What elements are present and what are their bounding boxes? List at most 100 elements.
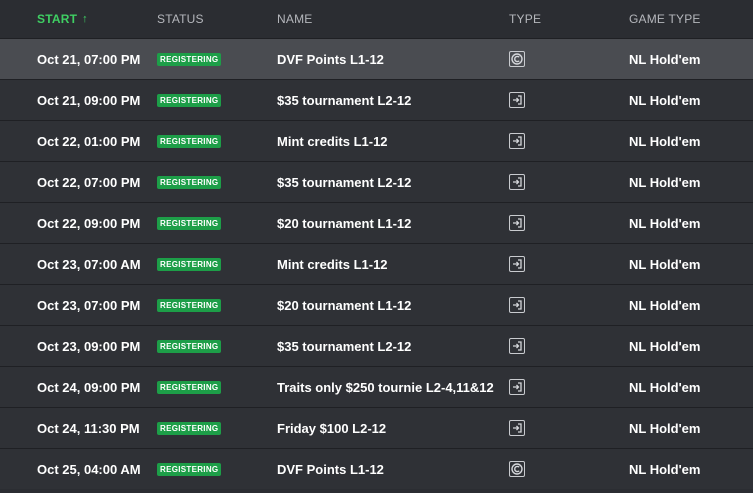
type-cell: [509, 244, 525, 284]
tournament-name-text: $20 tournament L1-12: [277, 297, 412, 313]
tournament-name-text: DVF Points L1-12: [277, 51, 384, 67]
game-type: NL Hold'em: [629, 461, 701, 477]
table-row[interactable]: Oct 22, 07:00 PM REGISTERING $35 tournamen…: [0, 161, 753, 202]
type-cell: [509, 203, 525, 243]
table-row[interactable]: Oct 23, 09:00 PM REGISTERING $35 tournamen…: [0, 325, 753, 366]
start-time: Oct 24, 09:00 PM: [37, 379, 141, 395]
game-type: NL Hold'em: [629, 256, 701, 272]
buy-in-icon: [509, 133, 525, 149]
buy-in-icon: [509, 174, 525, 190]
type-cell: [509, 367, 525, 407]
game-type: NL Hold'em: [629, 215, 701, 231]
game-type: NL Hold'em: [629, 297, 701, 313]
tournament-name: Traits only $250 tournie L2-4,11&12: [277, 367, 494, 407]
game-type: NL Hold'em: [629, 92, 701, 108]
type-cell: [509, 39, 525, 79]
status-cell: REGISTERING: [157, 244, 222, 284]
start-time: Oct 24, 11:30 PM: [37, 420, 140, 436]
tournament-name: $20 tournament L1-12: [277, 285, 411, 325]
type-cell: [509, 285, 525, 325]
status-cell: REGISTERING: [157, 449, 222, 489]
status-cell: REGISTERING: [157, 162, 222, 202]
tournament-name: DVF Points L1-12: [277, 39, 384, 79]
status-badge: REGISTERING: [157, 462, 222, 476]
start-time: Oct 23, 07:00 PM: [37, 297, 141, 313]
type-cell: [509, 80, 525, 120]
status-cell: REGISTERING: [157, 408, 222, 448]
table-row[interactable]: Oct 22, 09:00 PM REGISTERING $20 tournamen…: [0, 202, 753, 243]
start-time: Oct 25, 04:00 AM: [37, 461, 141, 477]
status-cell: REGISTERING: [157, 367, 222, 407]
table-row[interactable]: Oct 21, 07:00 PM REGISTERING DVF Points L1…: [0, 38, 753, 79]
buy-in-icon: [509, 420, 525, 436]
game-type: NL Hold'em: [629, 379, 701, 395]
buy-in-icon: [509, 215, 525, 231]
status-cell: REGISTERING: [157, 203, 222, 243]
tournament-name: $35 tournament L2-12: [277, 162, 411, 202]
start-time: Oct 22, 09:00 PM: [37, 215, 141, 231]
status-cell: REGISTERING: [157, 80, 222, 120]
buy-in-icon: [509, 379, 525, 395]
table-row[interactable]: Oct 23, 07:00 PM REGISTERING $20 tournamen…: [0, 284, 753, 325]
status-badge: REGISTERING: [157, 380, 222, 394]
table-body: Oct 21, 07:00 PM REGISTERING DVF Points L1…: [0, 38, 753, 489]
type-cell: [509, 121, 525, 161]
status-cell: REGISTERING: [157, 285, 222, 325]
status-badge: REGISTERING: [157, 175, 222, 189]
status-cell: REGISTERING: [157, 39, 222, 79]
tournament-name-text: DVF Points L1-12: [277, 461, 384, 477]
start-time: Oct 23, 09:00 PM: [37, 338, 141, 354]
game-type: NL Hold'em: [629, 133, 701, 149]
tournament-name: DVF Points L1-12: [277, 449, 384, 489]
type-cell: [509, 449, 525, 489]
start-time: Oct 23, 07:00 AM: [37, 256, 141, 272]
tournament-name-text: $20 tournament L1-12: [277, 215, 412, 231]
start-header-label: START: [37, 12, 78, 26]
game-type: NL Hold'em: [629, 174, 701, 190]
table-row[interactable]: Oct 24, 09:00 PM REGISTERING Traits only $…: [0, 366, 753, 407]
tournament-table: START ↑ STATUS NAME TYPE GAME TYPE Oct 2…: [0, 0, 753, 493]
status-cell: REGISTERING: [157, 326, 222, 366]
status-badge: REGISTERING: [157, 216, 222, 230]
buy-in-icon: [509, 92, 525, 108]
tournament-name: Friday $100 L2-12: [277, 408, 386, 448]
tournament-name: Mint credits L1-12: [277, 244, 388, 284]
tournament-name-text: Friday $100 L2-12: [277, 420, 387, 436]
tournament-name-text: Mint credits L1-12: [277, 133, 388, 149]
start-time: Oct 21, 09:00 PM: [37, 92, 141, 108]
table-row[interactable]: Oct 22, 01:00 PM REGISTERING Mint credits …: [0, 120, 753, 161]
tournament-name-text: Traits only $250 tournie L2-4,11&12: [277, 379, 494, 395]
game-type: NL Hold'em: [629, 51, 701, 67]
tournament-name-text: $35 tournament L2-12: [277, 174, 412, 190]
buy-in-icon: [509, 297, 525, 313]
status-badge: REGISTERING: [157, 93, 222, 107]
table-row[interactable]: Oct 24, 11:30 PM REGISTERING Friday $100 L…: [0, 407, 753, 448]
type-cell: [509, 162, 525, 202]
table-row[interactable]: Oct 21, 09:00 PM REGISTERING $35 tournamen…: [0, 79, 753, 120]
tournament-name-text: Mint credits L1-12: [277, 256, 388, 272]
points-icon: [509, 461, 525, 477]
tournament-name: $35 tournament L2-12: [277, 80, 411, 120]
tournament-name: $20 tournament L1-12: [277, 203, 411, 243]
status-cell: REGISTERING: [157, 121, 222, 161]
buy-in-icon: [509, 338, 525, 354]
status-badge: REGISTERING: [157, 421, 222, 435]
start-time: Oct 22, 07:00 PM: [37, 174, 141, 190]
status-badge: REGISTERING: [157, 134, 222, 148]
tournament-name: $35 tournament L2-12: [277, 326, 411, 366]
sort-arrow-up-icon: ↑: [82, 13, 88, 25]
table-row[interactable]: Oct 23, 07:00 AM REGISTERING Mint credits …: [0, 243, 753, 284]
type-cell: [509, 408, 525, 448]
points-icon: [509, 51, 525, 67]
start-time: Oct 21, 07:00 PM: [37, 51, 141, 67]
tournament-name: Mint credits L1-12: [277, 121, 388, 161]
type-cell: [509, 326, 525, 366]
status-badge: REGISTERING: [157, 339, 222, 353]
game-type: NL Hold'em: [629, 338, 701, 354]
status-badge: REGISTERING: [157, 298, 222, 312]
status-badge: REGISTERING: [157, 257, 222, 271]
tournament-name-text: $35 tournament L2-12: [277, 338, 412, 354]
buy-in-icon: [509, 256, 525, 272]
table-row[interactable]: Oct 25, 04:00 AM REGISTERING DVF Points L1…: [0, 448, 753, 489]
tournament-name-text: $35 tournament L2-12: [277, 92, 412, 108]
